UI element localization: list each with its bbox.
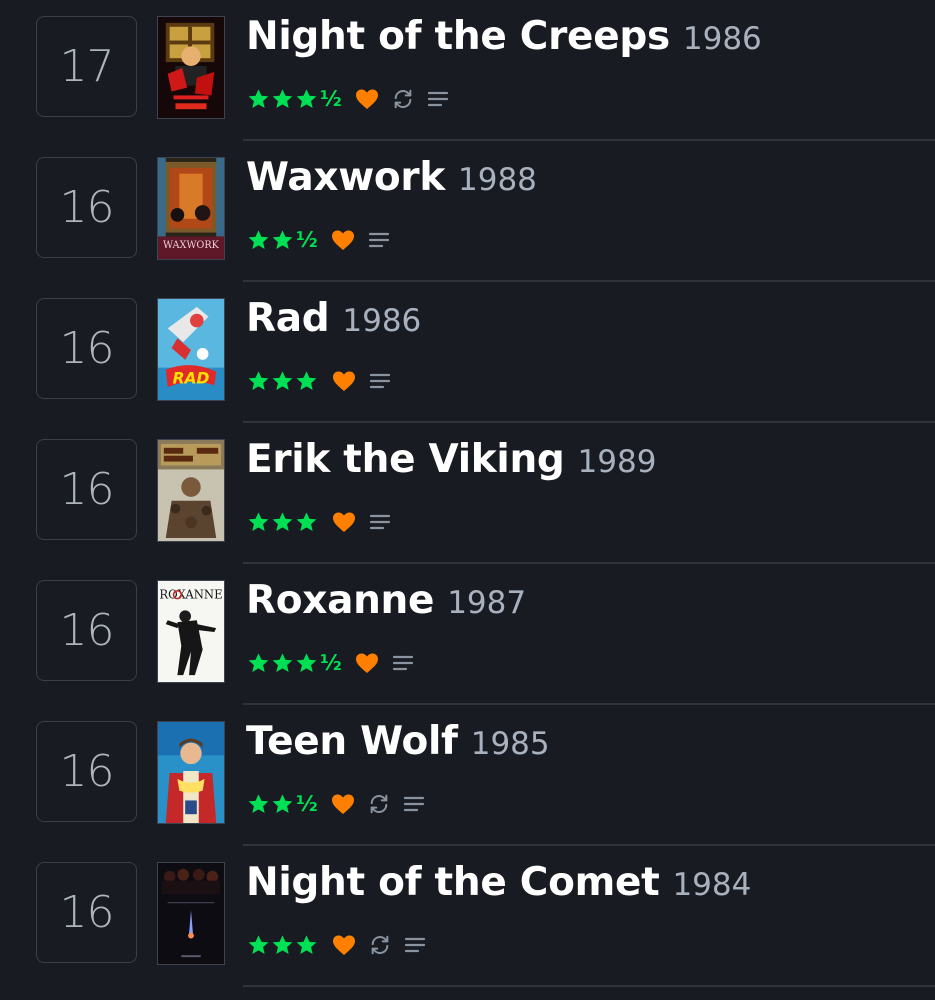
row-divider	[243, 985, 935, 987]
star-icon	[272, 371, 293, 390]
half-star: ½	[320, 650, 342, 675]
star-icon	[296, 512, 317, 531]
svg-text:ROXANNE: ROXANNE	[159, 588, 222, 602]
film-row[interactable]: 16 Night of the Comet 1984	[0, 846, 935, 987]
star-icon	[296, 371, 317, 390]
poster-night-of-the-comet[interactable]	[157, 862, 225, 965]
film-year[interactable]: 1989	[578, 444, 657, 480]
star-icon	[248, 512, 269, 531]
star-icon	[272, 89, 293, 108]
svg-text:WAXWORK: WAXWORK	[163, 240, 220, 251]
film-row[interactable]: 16 Erik the Viking 1989	[0, 423, 935, 564]
heart-icon	[331, 794, 354, 814]
heart-icon	[355, 653, 378, 673]
review-icon	[403, 796, 424, 812]
poster-night-of-the-creeps[interactable]	[157, 16, 225, 119]
film-title[interactable]: Rad	[246, 296, 330, 341]
review-icon	[392, 655, 413, 671]
star-icon	[272, 653, 293, 672]
star-icon	[272, 230, 293, 249]
heart-icon	[333, 512, 355, 532]
film-row[interactable]: 16 ROXANNE Roxanne 1987 ½	[0, 564, 935, 705]
rewatch-icon	[371, 935, 389, 955]
poster-rad[interactable]: RAD	[157, 298, 225, 401]
film-meta	[247, 930, 426, 960]
star-icon	[272, 935, 293, 954]
film-meta: ½	[247, 225, 390, 255]
film-list: 17 Night of the Creeps 1986 ½ 16 WAXWORK…	[0, 0, 935, 1000]
rank-badge: 16	[36, 157, 137, 258]
poster-teen-wolf[interactable]	[157, 721, 225, 824]
film-meta: ½	[247, 648, 414, 678]
film-year[interactable]: 1988	[458, 162, 537, 198]
heart-icon	[333, 935, 355, 955]
film-title[interactable]: Roxanne	[246, 578, 434, 623]
film-row[interactable]: 17 Night of the Creeps 1986 ½	[0, 0, 935, 141]
film-row[interactable]: 16 RAD Rad 1986	[0, 282, 935, 423]
rewatch-icon	[394, 89, 412, 109]
film-title[interactable]: Teen Wolf	[246, 719, 458, 764]
rewatch-icon	[370, 794, 388, 814]
half-star: ½	[296, 791, 318, 816]
rank-badge: 17	[36, 16, 137, 117]
half-star: ½	[320, 86, 342, 111]
heart-icon	[333, 371, 355, 391]
film-row[interactable]: 16 Teen Wolf 1985 ½	[0, 705, 935, 846]
star-icon	[248, 230, 269, 249]
rank-badge: 16	[36, 721, 137, 822]
rank-badge: 16	[36, 439, 137, 540]
star-icon	[248, 89, 269, 108]
poster-waxwork[interactable]: WAXWORK	[157, 157, 225, 260]
star-rating: ½	[247, 793, 318, 815]
poster-erik-the-viking[interactable]	[157, 439, 225, 542]
film-title[interactable]: Erik the Viking	[246, 437, 565, 482]
rank-badge: 16	[36, 298, 137, 399]
film-meta: ½	[247, 789, 425, 819]
star-rating	[247, 511, 319, 533]
film-year[interactable]: 1984	[672, 867, 751, 903]
star-icon	[248, 371, 269, 390]
film-meta	[247, 507, 391, 537]
svg-text:RAD: RAD	[173, 369, 210, 387]
heart-icon	[331, 230, 354, 250]
star-rating: ½	[247, 652, 342, 674]
film-meta	[247, 366, 391, 396]
star-icon	[248, 653, 269, 672]
review-icon	[404, 937, 426, 953]
review-icon	[369, 373, 391, 389]
review-icon	[369, 514, 391, 530]
star-rating: ½	[247, 88, 342, 110]
rank-badge: 16	[36, 580, 137, 681]
film-meta: ½	[247, 84, 449, 114]
film-title[interactable]: Night of the Creeps	[246, 14, 670, 59]
star-rating	[247, 934, 319, 956]
film-row[interactable]: 16 WAXWORK Waxwork 1988 ½	[0, 141, 935, 282]
poster-roxanne[interactable]: ROXANNE	[157, 580, 225, 683]
film-year[interactable]: 1986	[683, 21, 762, 57]
review-icon	[368, 232, 389, 248]
star-icon	[248, 935, 269, 954]
half-star: ½	[296, 227, 318, 252]
star-icon	[296, 89, 317, 108]
star-rating: ½	[247, 229, 318, 251]
star-icon	[248, 794, 269, 813]
film-title[interactable]: Night of the Comet	[246, 860, 660, 905]
star-rating	[247, 370, 319, 392]
film-year[interactable]: 1986	[342, 303, 421, 339]
film-year[interactable]: 1985	[471, 726, 550, 762]
star-icon	[296, 653, 317, 672]
heart-icon	[355, 89, 378, 109]
rank-badge: 16	[36, 862, 137, 963]
star-icon	[272, 512, 293, 531]
review-icon	[427, 91, 448, 107]
star-icon	[296, 935, 317, 954]
film-year[interactable]: 1987	[447, 585, 526, 621]
film-title[interactable]: Waxwork	[246, 155, 445, 200]
star-icon	[272, 794, 293, 813]
